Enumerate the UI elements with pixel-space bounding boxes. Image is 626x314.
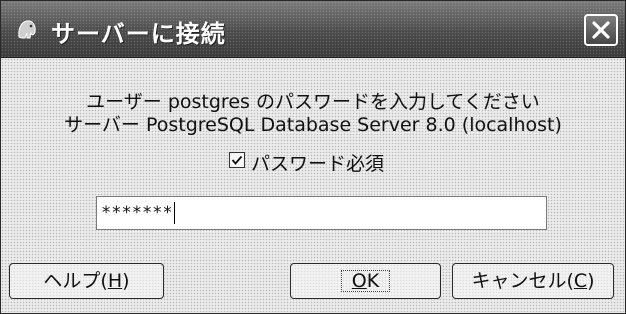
close-button[interactable]: [584, 14, 618, 46]
password-required-label[interactable]: パスワード必須: [251, 149, 384, 176]
window-title: サーバーに接続: [51, 20, 226, 48]
cancel-button-label: キャンセル(: [471, 270, 574, 292]
checkmark-icon: [231, 155, 243, 165]
text-caret: [173, 202, 175, 224]
cancel-button-accesskey: C: [573, 270, 588, 292]
help-button-accesskey: H: [107, 270, 123, 292]
cancel-button-label-end: ): [587, 270, 595, 292]
elephant-app-icon: [15, 17, 39, 41]
close-icon: [592, 21, 610, 39]
password-value: *******: [101, 203, 173, 223]
help-button[interactable]: ヘルプ(H): [9, 263, 164, 299]
password-required-checkbox[interactable]: [229, 152, 245, 168]
ok-button-label: K: [366, 270, 380, 292]
ok-button-accesskey: O: [351, 270, 367, 292]
password-field[interactable]: *******: [96, 196, 547, 230]
help-button-label-end: ): [122, 270, 130, 292]
help-button-label: ヘルプ(: [43, 270, 108, 292]
ok-button[interactable]: OK: [290, 263, 441, 299]
title-bar[interactable]: サーバーに接続: [1, 1, 625, 58]
cancel-button[interactable]: キャンセル(C): [452, 263, 614, 299]
prompt-message-server: サーバー PostgreSQL Database Server 8.0 (loc…: [64, 114, 562, 136]
connect-dialog: サーバーに接続 ユーザー postgres のパスワードを入力してください サー…: [0, 0, 626, 314]
